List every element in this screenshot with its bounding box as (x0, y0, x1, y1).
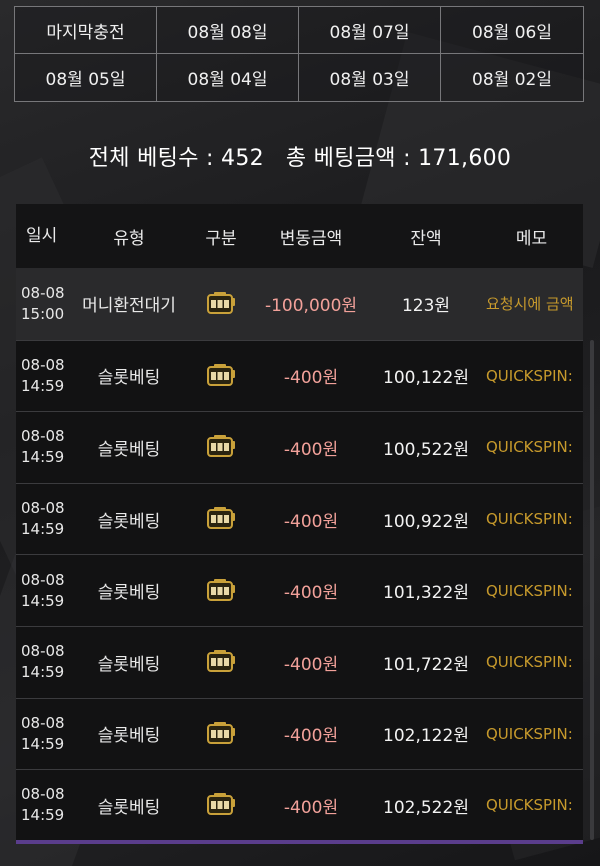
row-date: 08-08 (21, 283, 65, 302)
row-memo: QUICKSPIN: (486, 438, 573, 457)
table-row: 08-08 14:59 슬롯베팅 -400원 101,322원 QUICKSPIN: (16, 554, 583, 626)
row-date: 08-08 (21, 427, 65, 446)
row-datetime: 08-08 14:59 (16, 784, 66, 826)
total-bet-amount: 총 베팅금액 : 171,600 (285, 146, 512, 171)
row-datetime: 08-08 14:59 (16, 641, 66, 683)
table-row: 08-08 14:59 슬롯베팅 -400원 100,522원 QUICKSPIN: (16, 411, 583, 483)
row-memo: QUICKSPIN: (486, 366, 573, 385)
date-tab[interactable]: 08월 06일 (441, 7, 583, 54)
date-tab[interactable]: 08월 04일 (157, 54, 299, 101)
table-row: 08-08 14:59 슬롯베팅 -400원 100,922원 QUICKSPIN: (16, 482, 583, 555)
header-datetime: 일시 (26, 225, 58, 246)
header-category: 구분 (205, 228, 237, 249)
header-memo: 메모 (515, 228, 548, 249)
row-date: 08-08 (21, 499, 65, 518)
row-time: 14:59 (21, 663, 65, 682)
date-tab[interactable]: 08월 03일 (299, 54, 441, 101)
row-change-amount: -400원 (283, 511, 339, 532)
slot-machine-icon (192, 507, 250, 531)
row-balance: 100,922원 (383, 511, 469, 532)
row-time: 15:00 (21, 304, 65, 323)
slot-machine-icon (192, 721, 250, 746)
row-time: 14:59 (21, 520, 65, 539)
bottom-accent-bar (16, 840, 583, 844)
row-date: 08-08 (21, 355, 65, 374)
row-balance: 100,522원 (383, 439, 469, 460)
row-type: 슬롯베팅 (97, 726, 161, 747)
betting-history-table: 일시 유형 구분 변동금액 잔액 메모 08-08 15:00 머니환전대기 -100… (16, 204, 583, 841)
date-tab[interactable]: 08월 07일 (299, 7, 441, 54)
row-memo: QUICKSPIN: (486, 724, 573, 743)
table-row: 08-08 14:59 슬롯베팅 -400원 102,122원 QUICKSPIN: (16, 697, 583, 770)
date-tab-last-charge[interactable]: 마지막충전 (15, 7, 157, 54)
row-datetime: 08-08 14:59 (16, 426, 66, 468)
row-datetime: 08-08 14:59 (16, 713, 66, 755)
row-memo: QUICKSPIN: (486, 581, 573, 600)
row-change-amount: -400원 (283, 583, 339, 604)
slot-machine-icon (192, 363, 250, 388)
table-body: 08-08 15:00 머니환전대기 -100,000원 123원 요청시에 금액 08-0… (16, 268, 583, 841)
row-memo: QUICKSPIN: (486, 796, 573, 815)
row-memo: QUICKSPIN: (486, 510, 573, 529)
table-header: 일시 유형 구분 변동금액 잔액 메모 (16, 204, 583, 268)
row-balance: 100,122원 (383, 368, 469, 389)
row-date: 08-08 (21, 570, 65, 589)
table-row: 08-08 14:59 슬롯베팅 -400원 101,722원 QUICKSPIN: (16, 625, 583, 698)
date-filter-grid: 마지막충전 08월 08일 08월 07일 08월 06일 08월 05일 08… (14, 6, 584, 102)
row-datetime: 08-08 14:59 (16, 355, 66, 397)
row-balance: 102,522원 (383, 797, 469, 818)
betting-summary: 전체 베팅수 : 452 총 베팅금액 : 171,600 (0, 140, 600, 172)
row-balance: 123원 (401, 296, 451, 317)
row-date: 08-08 (21, 642, 65, 661)
row-type: 슬롯베팅 (97, 439, 161, 460)
row-datetime: 08-08 14:59 (16, 570, 66, 612)
row-change-amount: -400원 (283, 726, 339, 747)
row-change-amount: -400원 (283, 654, 339, 675)
scrollbar[interactable] (590, 340, 594, 840)
row-change-amount: -100,000원 (264, 296, 358, 317)
row-time: 14:59 (21, 376, 65, 395)
row-type: 슬롯베팅 (97, 797, 161, 818)
table-row: 08-08 14:59 슬롯베팅 -400원 100,122원 QUICKSPIN: (16, 339, 583, 412)
row-datetime: 08-08 14:59 (16, 498, 66, 540)
row-change-amount: -400원 (283, 797, 339, 818)
header-balance: 잔액 (410, 228, 442, 249)
header-type: 유형 (113, 228, 145, 249)
row-balance: 101,322원 (383, 583, 469, 604)
slot-machine-icon (192, 291, 250, 316)
row-change-amount: -400원 (283, 439, 339, 460)
date-tab[interactable]: 08월 05일 (15, 54, 157, 101)
row-datetime: 08-08 15:00 (16, 283, 66, 325)
row-date: 08-08 (21, 713, 65, 732)
date-tab[interactable]: 08월 02일 (441, 54, 583, 101)
row-type: 머니환전대기 (82, 296, 176, 317)
date-tab[interactable]: 08월 08일 (157, 7, 299, 54)
total-bet-count: 전체 베팅수 : 452 (88, 146, 264, 171)
row-memo: 요청시에 금액 (486, 295, 574, 314)
header-change-amount: 변동금액 (279, 228, 343, 249)
row-memo: QUICKSPIN: (486, 653, 573, 672)
table-row: 08-08 14:59 슬롯베팅 -400원 102,522원 QUICKSPIN: (16, 769, 583, 841)
row-date: 08-08 (21, 785, 65, 804)
row-time: 14:59 (21, 806, 65, 825)
row-time: 14:59 (21, 448, 65, 467)
row-type: 슬롯베팅 (97, 583, 161, 604)
row-type: 슬롯베팅 (97, 368, 161, 389)
slot-machine-icon (192, 793, 250, 817)
row-change-amount: -400원 (283, 368, 339, 389)
slot-machine-icon (192, 650, 250, 674)
row-balance: 101,722원 (383, 654, 469, 675)
row-time: 14:59 (21, 591, 65, 610)
table-row: 08-08 15:00 머니환전대기 -100,000원 123원 요청시에 금액 (16, 268, 583, 340)
row-time: 14:59 (21, 734, 65, 753)
row-type: 슬롯베팅 (97, 654, 161, 675)
slot-machine-icon (192, 578, 250, 603)
slot-machine-icon (192, 435, 250, 459)
row-balance: 102,122원 (383, 726, 469, 747)
row-type: 슬롯베팅 (97, 511, 161, 532)
